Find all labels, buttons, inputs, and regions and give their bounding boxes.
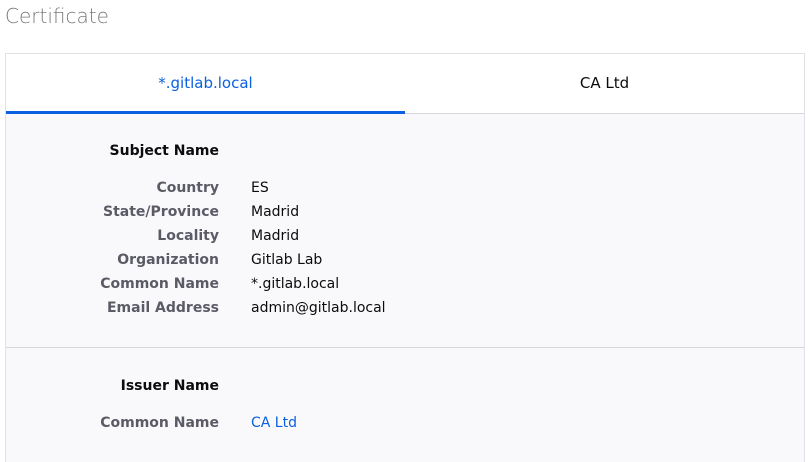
subject-row-email: Email Address admin@gitlab.local [6, 300, 804, 322]
state-province-value: Madrid [251, 204, 300, 220]
subject-row-country: Country ES [6, 180, 804, 202]
country-value: ES [251, 180, 269, 196]
locality-value: Madrid [251, 228, 300, 244]
common-name-value: *.gitlab.local [251, 276, 340, 292]
subject-name-heading: Subject Name [109, 143, 219, 159]
state-province-label: State/Province [103, 204, 219, 220]
organization-label: Organization [117, 252, 219, 268]
issuer-name-heading: Issuer Name [120, 378, 219, 394]
certificate-card: *.gitlab.local CA Ltd Subject Name Count… [5, 53, 805, 462]
issuer-common-name-label: Common Name [100, 415, 219, 431]
issuer-row-common-name: Common Name CA Ltd [6, 415, 804, 437]
issuer-common-name-link[interactable]: CA Ltd [251, 415, 297, 431]
common-name-label: Common Name [100, 276, 219, 292]
tab-gitlab-local[interactable]: *.gitlab.local [6, 54, 405, 114]
country-label: Country [156, 180, 219, 196]
locality-label: Locality [157, 228, 219, 244]
subject-row-organization: Organization Gitlab Lab [6, 252, 804, 274]
certificate-page: Certificate *.gitlab.local CA Ltd Subjec… [0, 0, 811, 462]
tab-ca-ltd[interactable]: CA Ltd [405, 54, 804, 113]
email-address-value: admin@gitlab.local [251, 300, 386, 316]
subject-row-locality: Locality Madrid [6, 228, 804, 250]
page-title: Certificate [5, 4, 109, 28]
email-address-label: Email Address [106, 300, 219, 316]
certificate-tabs: *.gitlab.local CA Ltd [6, 54, 804, 114]
issuer-name-section: Issuer Name Common Name CA Ltd [6, 348, 804, 462]
organization-value: Gitlab Lab [251, 252, 323, 268]
subject-name-section: Subject Name Country ES State/Province M… [6, 113, 804, 348]
subject-row-common-name: Common Name *.gitlab.local [6, 276, 804, 298]
subject-row-state: State/Province Madrid [6, 204, 804, 226]
